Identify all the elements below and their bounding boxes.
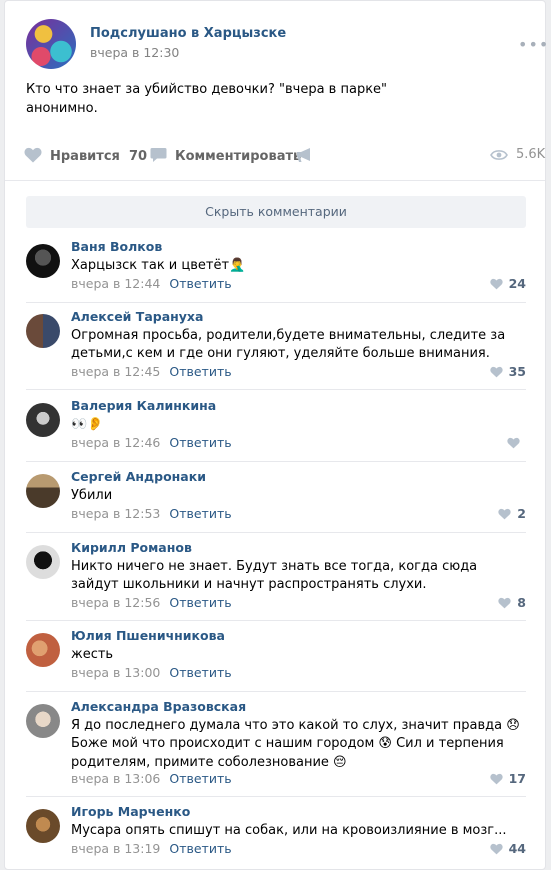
comment-item: Валерия Калинкина 👀👂 вчера в 12:46 Ответи… bbox=[26, 398, 526, 462]
comment-footer: вчера в 13:00 Ответить bbox=[71, 665, 232, 680]
reply-link[interactable]: Ответить bbox=[169, 276, 231, 291]
comment-like-count: 17 bbox=[508, 771, 526, 786]
comment-label: Комментировать bbox=[175, 149, 302, 164]
comment-like-button[interactable] bbox=[507, 435, 526, 450]
comment-item: Игорь Марченко Мусара опять спишут на со… bbox=[26, 804, 526, 867]
comment-footer: вчера в 12:46 Ответить bbox=[71, 435, 232, 450]
heart-icon bbox=[489, 773, 503, 785]
avatar[interactable] bbox=[26, 314, 60, 348]
heart-icon bbox=[489, 278, 503, 290]
comment-item: Александра Вразовская Я до последнего ду… bbox=[26, 699, 526, 797]
comment-author[interactable]: Кирилл Романов bbox=[71, 540, 192, 555]
comment-item: Сергей Андронаки Убили вчера в 12:53 Отве… bbox=[26, 469, 526, 533]
comment-time[interactable]: вчера в 12:44 bbox=[71, 276, 160, 291]
comment-text: Мусара опять спишут на собак, или на кро… bbox=[71, 823, 507, 838]
comment-item: Алексей Тарануха Огромная просьба, родит… bbox=[26, 309, 526, 390]
heart-icon bbox=[489, 366, 503, 378]
eye-icon bbox=[490, 150, 508, 160]
comment-time[interactable]: вчера в 12:56 bbox=[71, 595, 160, 610]
comment-text: Я до последнего думала что это какой то … bbox=[71, 718, 520, 770]
avatar[interactable] bbox=[26, 545, 60, 579]
views-count: 5.6K bbox=[516, 147, 546, 162]
post-timestamp[interactable]: вчера в 12:30 bbox=[90, 45, 179, 60]
comment-author[interactable]: Ваня Волков bbox=[71, 239, 162, 254]
comment-like-count: 8 bbox=[517, 595, 526, 610]
comment-like-count: 44 bbox=[508, 841, 526, 856]
heart-icon bbox=[507, 437, 520, 449]
comment-like-button[interactable]: 17 bbox=[489, 771, 526, 786]
heart-icon bbox=[24, 147, 42, 163]
comment-like-button[interactable]: 35 bbox=[489, 364, 526, 379]
heart-icon bbox=[489, 843, 503, 855]
like-button[interactable]: Нравится 70 bbox=[24, 147, 147, 164]
comment-like-button[interactable]: 24 bbox=[489, 276, 526, 291]
reply-link[interactable]: Ответить bbox=[169, 841, 231, 856]
avatar[interactable] bbox=[26, 704, 60, 738]
comment-author[interactable]: Алексей Тарануха bbox=[71, 309, 203, 324]
comment-like-button[interactable]: 8 bbox=[498, 595, 526, 610]
comment-footer: вчера в 12:56 Ответить bbox=[71, 595, 232, 610]
comment-like-count: 24 bbox=[508, 276, 526, 291]
more-actions-icon[interactable]: ••• bbox=[518, 35, 549, 54]
post-text: Кто что знает за убийство девочки? "вчер… bbox=[26, 82, 388, 116]
comment-footer: вчера в 12:53 Ответить bbox=[71, 506, 232, 521]
comment-item: Юлия Пшеничникова жесть вчера в 13:00 Отв… bbox=[26, 628, 526, 692]
reply-link[interactable]: Ответить bbox=[169, 506, 231, 521]
comment-time[interactable]: вчера в 12:46 bbox=[71, 435, 160, 450]
comment-like-button[interactable]: 2 bbox=[498, 506, 526, 521]
share-button[interactable] bbox=[296, 147, 322, 164]
comment-footer: вчера в 12:44 Ответить bbox=[71, 276, 232, 291]
comment-author[interactable]: Сергей Андронаки bbox=[71, 469, 206, 484]
reply-link[interactable]: Ответить bbox=[169, 595, 231, 610]
megaphone-icon bbox=[297, 148, 310, 162]
like-count: 70 bbox=[128, 149, 148, 164]
comment-item: Ваня Волков Харцызск так и цветёт🤦‍♂️ вч… bbox=[26, 239, 526, 303]
comment-time[interactable]: вчера в 12:53 bbox=[71, 506, 160, 521]
comment-like-button[interactable]: 44 bbox=[489, 841, 526, 856]
comment-like-count: 35 bbox=[508, 364, 526, 379]
comment-time[interactable]: вчера в 13:00 bbox=[71, 665, 160, 680]
comment-author[interactable]: Юлия Пшеничникова bbox=[71, 628, 225, 643]
hide-comments-button[interactable]: Скрыть комментарии bbox=[26, 196, 526, 228]
comment-time[interactable]: вчера в 13:06 bbox=[71, 771, 160, 786]
views-counter: 5.6K bbox=[490, 147, 545, 162]
heart-icon bbox=[498, 597, 511, 609]
like-label: Нравится bbox=[50, 149, 120, 164]
reply-link[interactable]: Ответить bbox=[169, 435, 231, 450]
comment-text: Огромная просьба, родители,будете внимат… bbox=[71, 328, 506, 362]
comment-text: Убили bbox=[71, 488, 113, 503]
avatar[interactable] bbox=[26, 809, 60, 843]
comment-author[interactable]: Валерия Калинкина bbox=[71, 398, 216, 413]
avatar[interactable] bbox=[26, 474, 60, 508]
avatar[interactable] bbox=[26, 403, 60, 437]
comment-text: 👀👂 bbox=[71, 417, 104, 432]
comment-time[interactable]: вчера в 12:45 bbox=[71, 364, 160, 379]
reply-link[interactable]: Ответить bbox=[169, 771, 231, 786]
comment-footer: вчера в 13:19 Ответить bbox=[71, 841, 232, 856]
comment-author[interactable]: Александра Вразовская bbox=[71, 699, 246, 714]
avatar[interactable] bbox=[26, 244, 60, 278]
comment-footer: вчера в 13:06 Ответить bbox=[71, 771, 232, 786]
comment-text: жесть bbox=[71, 647, 114, 662]
speech-bubble-icon bbox=[150, 148, 167, 162]
comment-button[interactable]: Комментировать bbox=[150, 147, 301, 164]
reply-link[interactable]: Ответить bbox=[169, 665, 231, 680]
comment-item: Кирилл Романов Никто ничего не знает. Бу… bbox=[26, 540, 526, 621]
post-actions-bar: Нравится 70 Комментировать 5.6K bbox=[5, 134, 545, 181]
heart-icon bbox=[498, 508, 511, 520]
comment-like-count: 2 bbox=[517, 506, 526, 521]
post-card: Подслушано в Харцызске вчера в 12:30 •••… bbox=[4, 0, 549, 870]
comment-text: Харцызск так и цветёт🤦‍♂️ bbox=[71, 258, 246, 273]
avatar[interactable] bbox=[26, 633, 60, 667]
comment-footer: вчера в 12:45 Ответить bbox=[71, 364, 232, 379]
group-avatar[interactable] bbox=[26, 19, 76, 69]
reply-link[interactable]: Ответить bbox=[169, 364, 231, 379]
comment-time[interactable]: вчера в 13:19 bbox=[71, 841, 160, 856]
comment-author[interactable]: Игорь Марченко bbox=[71, 804, 190, 819]
group-name-link[interactable]: Подслушано в Харцызске bbox=[90, 26, 286, 41]
comment-text: Никто ничего не знает. Будут знать все т… bbox=[71, 559, 478, 593]
